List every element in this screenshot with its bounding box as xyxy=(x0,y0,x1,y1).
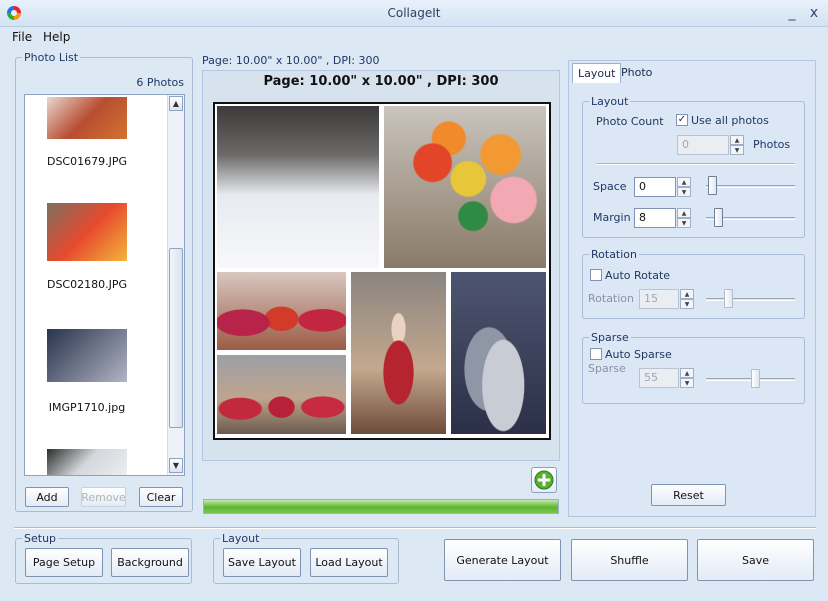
photo-thumbnail xyxy=(47,329,127,382)
dancers-photo-1[interactable] xyxy=(217,272,346,350)
rotation-input[interactable]: 15 xyxy=(639,289,679,309)
page-info-label: Page: 10.00" x 10.00" , DPI: 300 xyxy=(202,54,380,67)
margin-slider-thumb[interactable] xyxy=(714,208,724,227)
add-button[interactable]: Add xyxy=(25,487,69,507)
space-slider-track xyxy=(706,185,795,188)
knitted-photo[interactable] xyxy=(451,272,546,434)
photo-name: IMGP1710.jpg xyxy=(48,401,126,414)
menu-bar: File Help xyxy=(0,27,828,48)
sparse-label: Sparse xyxy=(588,362,626,375)
tab-photo[interactable]: Photo xyxy=(616,63,657,83)
snowy-road-photo[interactable] xyxy=(217,106,379,268)
rotation-group-label: Rotation xyxy=(589,248,640,261)
page-setup-button[interactable]: Page Setup xyxy=(25,548,103,577)
auto-sparse-label: Auto Sparse xyxy=(605,348,672,361)
auto-rotate-checkbox[interactable] xyxy=(590,269,602,281)
save-button[interactable]: Save xyxy=(697,539,814,581)
rotation-spinner[interactable]: ▲ ▼ xyxy=(680,289,694,309)
sparse-input[interactable]: 55 xyxy=(639,368,679,388)
photo-thumbnail xyxy=(47,449,127,475)
tab-layout[interactable]: Layout xyxy=(572,63,622,83)
margin-spinner[interactable]: ▲ ▼ xyxy=(677,208,691,228)
title-bar: CollageIt _ x xyxy=(0,0,828,27)
photo-count-input[interactable]: 0 xyxy=(677,135,729,155)
minimize-button[interactable]: _ xyxy=(783,4,801,22)
save-layout-button[interactable]: Save Layout xyxy=(223,548,301,577)
balloons-photo[interactable] xyxy=(384,106,546,268)
photo-list-label: Photo List xyxy=(22,51,81,64)
auto-sparse-checkbox[interactable] xyxy=(590,348,602,360)
scroll-thumb[interactable] xyxy=(169,248,183,428)
divider xyxy=(596,163,795,165)
photos-unit-label: Photos xyxy=(753,138,791,151)
collage-page[interactable] xyxy=(213,102,551,440)
sparse-spinner[interactable]: ▲ ▼ xyxy=(680,368,694,388)
rotation-slider-thumb[interactable] xyxy=(723,289,733,308)
scroll-down-icon[interactable]: ▼ xyxy=(169,458,183,473)
shuffle-button[interactable]: Shuffle xyxy=(571,539,688,581)
auto-rotate-label: Auto Rotate xyxy=(605,269,671,282)
page-title: Page: 10.00" x 10.00" , DPI: 300 xyxy=(263,74,499,89)
use-all-photos-label: Use all photos xyxy=(691,114,769,127)
space-slider-thumb[interactable] xyxy=(708,176,717,195)
layout-buttons-group-label: Layout xyxy=(220,532,262,545)
margin-label: Margin xyxy=(593,211,631,224)
generate-layout-button[interactable]: Generate Layout xyxy=(444,539,561,581)
clear-button[interactable]: Clear xyxy=(139,487,183,507)
photo-name: DSC02180.JPG xyxy=(46,278,128,291)
reset-button[interactable]: Reset xyxy=(651,484,726,506)
photo-count-spinner[interactable]: ▲ ▼ xyxy=(730,135,744,155)
menu-help[interactable]: Help xyxy=(43,30,70,44)
sparse-group-label: Sparse xyxy=(589,331,631,344)
photo-list[interactable]: DSC01679.JPG DSC02180.JPG IMGP1710.jpg ▲… xyxy=(24,94,185,476)
settings-panel: Layout Photo Layout Photo Count ✓ Use al… xyxy=(568,60,816,517)
rotation-slider-track xyxy=(706,298,795,301)
photo-name: DSC01679.JPG xyxy=(46,155,128,168)
photo-thumbnail xyxy=(47,203,127,261)
bottom-divider xyxy=(14,527,816,529)
close-button[interactable]: x xyxy=(805,4,823,22)
layout-group-label: Layout xyxy=(589,95,631,108)
space-label: Space xyxy=(593,180,627,193)
setup-group-label: Setup xyxy=(22,532,59,545)
dancer-solo-photo[interactable] xyxy=(351,272,446,434)
progress-fill xyxy=(204,500,558,513)
photo-thumbnail xyxy=(47,97,127,139)
space-spinner[interactable]: ▲ ▼ xyxy=(677,177,691,197)
photo-count-text: 6 Photos xyxy=(136,76,184,89)
use-all-photos-checkbox[interactable]: ✓ xyxy=(676,114,688,126)
margin-input[interactable]: 8 xyxy=(634,208,676,228)
progress-bar xyxy=(203,499,559,514)
sparse-slider-thumb[interactable] xyxy=(750,369,760,388)
list-scrollbar[interactable]: ▲ ▼ xyxy=(167,95,184,475)
rotation-group: Rotation xyxy=(582,248,805,319)
load-layout-button[interactable]: Load Layout xyxy=(310,548,388,577)
photo-count-label: Photo Count xyxy=(596,115,664,128)
window-title: CollageIt xyxy=(387,6,441,20)
add-photo-plus-icon[interactable] xyxy=(531,467,557,493)
space-input[interactable]: 0 xyxy=(634,177,676,197)
remove-button[interactable]: Remove xyxy=(81,487,126,507)
menu-file[interactable]: File xyxy=(12,30,32,44)
rotation-label: Rotation xyxy=(588,292,635,305)
background-button[interactable]: Background xyxy=(111,548,189,577)
collage-canvas-area: Page: 10.00" x 10.00" , DPI: 300 xyxy=(202,70,560,461)
dancers-photo-2[interactable] xyxy=(217,355,346,434)
scroll-up-icon[interactable]: ▲ xyxy=(169,96,183,111)
